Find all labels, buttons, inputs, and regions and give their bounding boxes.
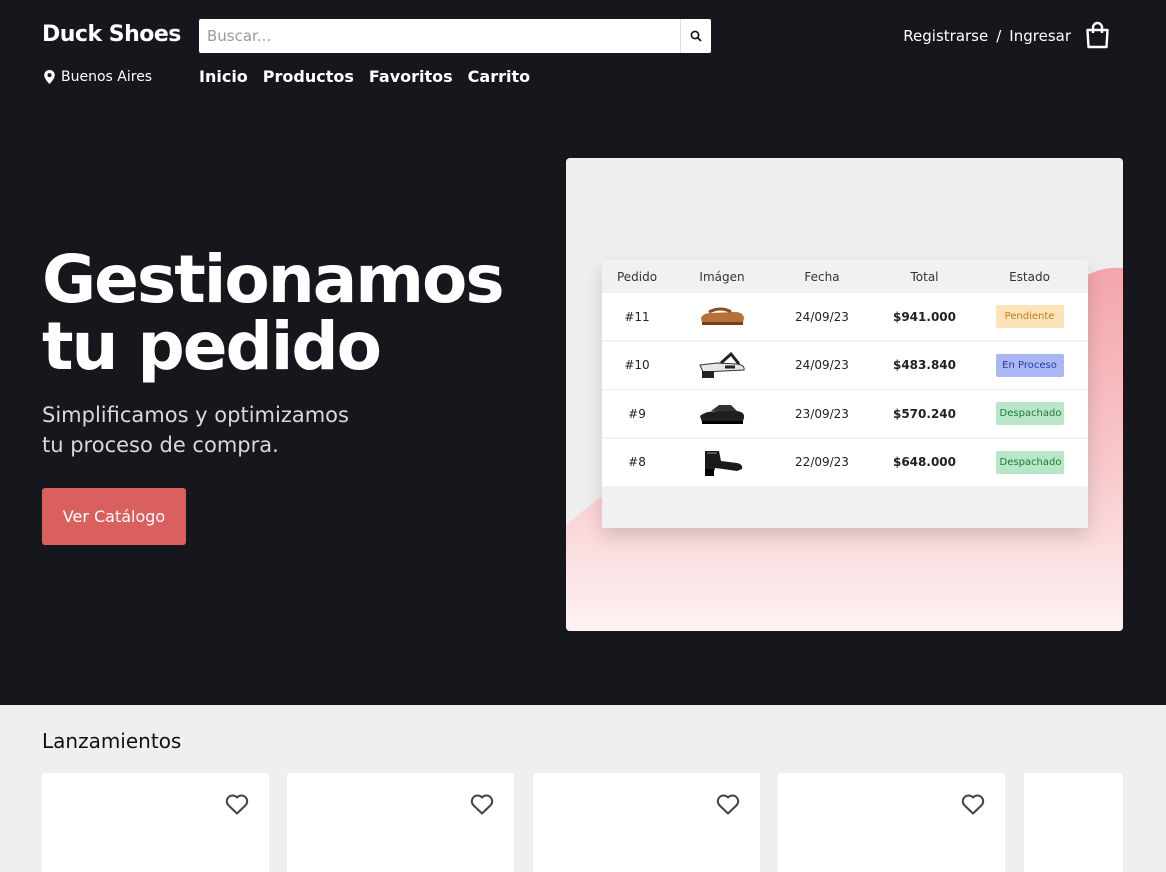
order-id: #9	[628, 406, 646, 421]
order-id: #8	[628, 455, 646, 469]
login-link[interactable]: Ingresar	[1009, 27, 1071, 45]
order-row[interactable]: #10 24/09/23 $483.840 En Proceso	[602, 341, 1088, 389]
status-badge: Despachado	[995, 450, 1064, 474]
order-total: $941.000	[892, 309, 956, 324]
col-header-estado: Estado	[1009, 269, 1050, 284]
heart-icon[interactable]	[961, 793, 985, 815]
brand-logo[interactable]: Duck Shoes	[42, 22, 181, 47]
orders-table: Pedido Imágen Fecha Total Estado #11 24/…	[602, 260, 1088, 528]
order-product-image	[672, 447, 772, 477]
main-nav: Inicio Productos Favoritos Carrito	[199, 67, 530, 86]
location-label: Buenos Aires	[61, 69, 153, 85]
order-date: 22/09/23	[795, 455, 849, 469]
heart-icon[interactable]	[225, 793, 249, 815]
order-date: 24/09/23	[795, 309, 849, 324]
register-link[interactable]: Registrarse	[903, 27, 988, 45]
status-badge: Pendiente	[995, 305, 1064, 328]
col-header-imagen: Imágen	[699, 269, 745, 284]
orders-table-header: Pedido Imágen Fecha Total Estado	[602, 260, 1088, 293]
status-badge: En Proceso	[995, 353, 1064, 377]
hero-title-line-2: tu pedido	[42, 308, 382, 385]
releases-title: Lanzamientos	[42, 729, 182, 753]
order-total: $483.840	[892, 358, 956, 372]
nav-inicio[interactable]: Inicio	[199, 67, 248, 86]
order-date: 24/09/23	[795, 358, 849, 372]
nav-favoritos[interactable]: Favoritos	[369, 67, 453, 86]
releases-section: Lanzamientos	[0, 705, 1166, 872]
location-pin-icon	[44, 70, 55, 84]
hero-subtitle: Simplificamos y optimizamos tu proceso d…	[42, 400, 349, 460]
order-status-cell: En Proceso	[977, 353, 1082, 377]
order-row[interactable]: #9 23/09/23 $570.240 Despachado	[602, 390, 1088, 437]
status-badge: Despachado	[995, 402, 1064, 425]
shoe-image-icon	[701, 307, 744, 325]
heart-icon[interactable]	[470, 793, 494, 815]
order-date: 23/09/23	[795, 406, 849, 421]
col-header-fecha: Fecha	[804, 269, 840, 284]
orders-illustration: Pedido Imágen Fecha Total Estado #11 24/…	[566, 158, 1123, 631]
product-card[interactable]	[42, 773, 269, 872]
shoe-image-icon	[705, 451, 743, 476]
order-product-image	[672, 350, 772, 380]
shoe-image-icon	[699, 351, 745, 378]
search-input[interactable]	[199, 19, 680, 53]
order-id: #11	[624, 309, 650, 324]
product-card[interactable]	[287, 773, 514, 872]
order-id: #10	[624, 358, 650, 372]
order-row[interactable]: #11 24/09/23 $941.000 Pendiente	[602, 293, 1088, 340]
product-card[interactable]	[533, 773, 760, 872]
hero-title: Gestionamos tu pedido	[42, 246, 505, 380]
hero-subtitle-line-1: Simplificamos y optimizamos	[42, 403, 349, 427]
nav-carrito[interactable]: Carrito	[468, 67, 530, 86]
order-status-cell: Despachado	[977, 450, 1082, 474]
col-header-total: Total	[910, 269, 939, 284]
col-header-pedido: Pedido	[616, 269, 658, 284]
shopping-bag-icon[interactable]	[1085, 21, 1110, 49]
account-links: Registrarse / Ingresar	[903, 27, 1071, 45]
order-status-cell: Pendiente	[977, 305, 1082, 328]
product-card[interactable]	[778, 773, 1005, 872]
shoe-image-icon	[700, 404, 745, 424]
product-card[interactable]	[1024, 773, 1123, 872]
search-icon	[690, 30, 702, 42]
order-product-image	[672, 302, 772, 332]
hero-title-line-1: Gestionamos	[42, 241, 505, 318]
search-bar	[199, 19, 711, 53]
location-indicator[interactable]: Buenos Aires	[44, 69, 152, 85]
nav-productos[interactable]: Productos	[263, 67, 354, 86]
order-total: $570.240	[892, 406, 956, 421]
order-status-cell: Despachado	[977, 402, 1082, 425]
hero-subtitle-line-2: tu proceso de compra.	[42, 433, 279, 457]
order-product-image	[672, 399, 772, 429]
order-row[interactable]: #8 22/09/23 $648.000 Despachado	[602, 438, 1088, 486]
view-catalog-button[interactable]: Ver Catálogo	[42, 488, 186, 545]
order-total: $648.000	[892, 455, 956, 469]
heart-icon[interactable]	[716, 793, 740, 815]
search-button[interactable]	[680, 19, 711, 53]
account-separator: /	[996, 27, 1002, 45]
